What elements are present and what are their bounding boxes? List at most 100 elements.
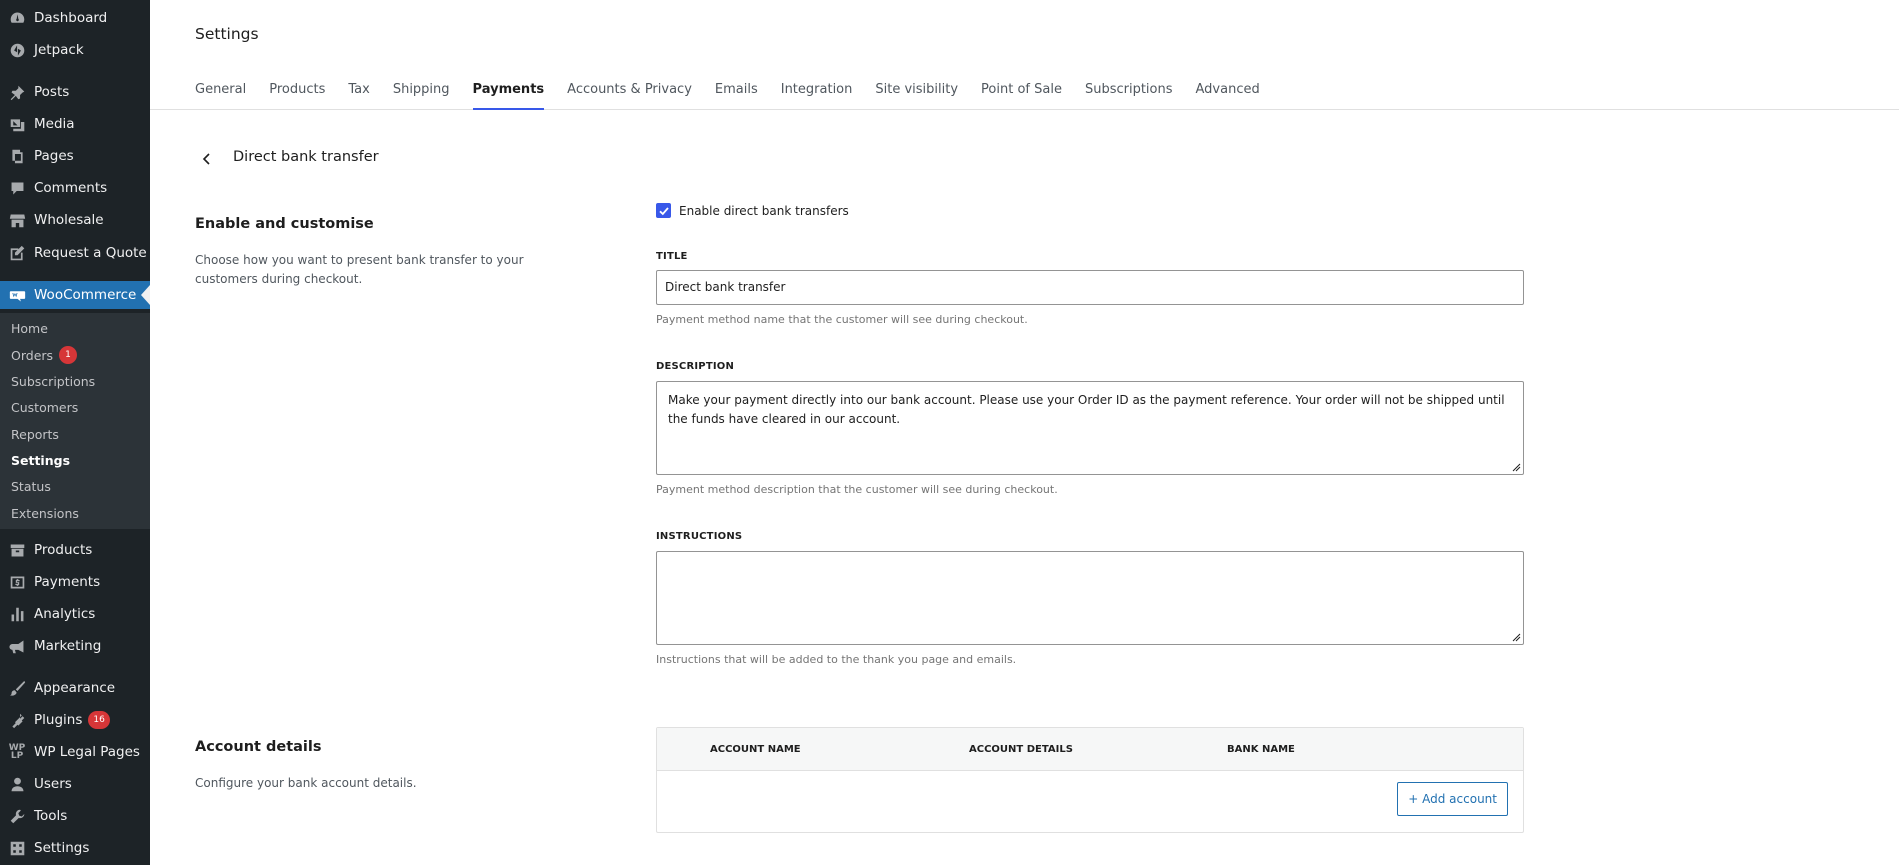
instructions-textarea[interactable] — [656, 551, 1524, 645]
description-help-text: Payment method description that the cust… — [656, 483, 1058, 496]
tab-subscriptions[interactable]: Subscriptions — [1085, 82, 1173, 110]
enable-checkbox[interactable] — [656, 203, 671, 218]
sidebar-item-label: Request a Quote — [34, 245, 147, 261]
submenu-item-home[interactable]: Home — [11, 321, 48, 336]
sidebar-item-label: Products — [34, 542, 93, 558]
sidebar-item-woocommerce[interactable]: WooCommerce — [0, 281, 150, 309]
sidebar-item-analytics[interactable]: Analytics — [0, 600, 150, 628]
sidebar-item-label: Posts — [34, 84, 70, 100]
tab-advanced[interactable]: Advanced — [1196, 82, 1260, 110]
sidebar-item-marketing[interactable]: Marketing — [0, 632, 150, 660]
sidebar-item-label: Payments — [34, 574, 101, 590]
back-button[interactable] — [197, 149, 217, 169]
sidebar-item-payments[interactable]: Payments — [0, 568, 150, 596]
archive-icon — [8, 541, 26, 559]
sidebar-item-pages[interactable]: Pages — [0, 142, 150, 170]
comment-icon — [8, 179, 26, 197]
active-menu-arrow — [141, 285, 150, 305]
dashboard-icon — [8, 9, 26, 27]
payment-method-title: Direct bank transfer — [233, 149, 379, 165]
submenu-item-subscriptions[interactable]: Subscriptions — [11, 374, 95, 389]
chart-bar-icon — [8, 605, 26, 623]
add-account-button[interactable]: + Add account — [1397, 782, 1508, 816]
sidebar-item-wp-legal-pages[interactable]: WP LP WP Legal Pages — [0, 738, 150, 766]
column-header-bank-name: BANK NAME — [1227, 744, 1295, 755]
enable-checkbox-row[interactable]: Enable direct bank transfers — [656, 203, 849, 218]
accounts-table: ACCOUNT NAME ACCOUNT DETAILS BANK NAME +… — [656, 727, 1524, 833]
submenu-item-settings[interactable]: Settings — [11, 453, 70, 468]
instructions-help-text: Instructions that will be added to the t… — [656, 653, 1017, 666]
instructions-field-label: INSTRUCTIONS — [656, 531, 743, 542]
sidebar-item-label: Pages — [34, 148, 74, 164]
account-section-description: Configure your bank account details. — [195, 776, 417, 790]
sidebar-item-label: Marketing — [34, 638, 102, 654]
resize-handle-icon[interactable] — [1512, 463, 1521, 472]
submenu-item-extensions[interactable]: Extensions — [11, 506, 79, 521]
sidebar-item-posts[interactable]: Posts — [0, 78, 150, 106]
submenu-item-reports[interactable]: Reports — [11, 427, 59, 442]
woocommerce-icon — [8, 286, 26, 304]
sidebar-item-label: WP Legal Pages — [34, 744, 140, 760]
brush-icon — [8, 679, 26, 697]
sidebar-item-users[interactable]: Users — [0, 770, 150, 798]
sidebar-item-plugins[interactable]: Plugins 16 — [0, 706, 150, 734]
sidebar-item-label: WooCommerce — [34, 287, 137, 303]
sidebar-item-label: Media — [34, 116, 75, 132]
tab-shipping[interactable]: Shipping — [393, 82, 450, 110]
title-input[interactable]: Direct bank transfer — [656, 270, 1524, 305]
sidebar-item-tools[interactable]: Tools — [0, 802, 150, 830]
sidebar-item-label: Dashboard — [34, 10, 108, 26]
sidebar-item-label: Comments — [34, 180, 108, 196]
money-icon — [8, 573, 26, 591]
wp-legal-pages-icon: WP LP — [8, 743, 26, 761]
wrench-icon — [8, 807, 26, 825]
description-textarea[interactable]: Make your payment directly into our bank… — [656, 381, 1524, 475]
sidebar-item-products[interactable]: Products — [0, 536, 150, 564]
tab-general[interactable]: General — [195, 82, 246, 110]
orders-count-badge: 1 — [59, 346, 78, 364]
tab-point-of-sale[interactable]: Point of Sale — [981, 82, 1062, 110]
tab-tax[interactable]: Tax — [348, 82, 369, 110]
tab-emails[interactable]: Emails — [715, 82, 758, 110]
sidebar-item-media[interactable]: Media — [0, 110, 150, 138]
accounts-table-header: ACCOUNT NAME ACCOUNT DETAILS BANK NAME — [657, 728, 1523, 771]
tab-accounts-privacy[interactable]: Accounts & Privacy — [567, 82, 692, 110]
settings-header: Settings General Products Tax Shipping P… — [150, 0, 1899, 110]
plugin-icon — [8, 711, 26, 729]
sidebar-item-request-a-quote[interactable]: Request a Quote — [0, 239, 150, 267]
description-text: Make your payment directly into our bank… — [668, 393, 1505, 426]
sidebar-item-settings[interactable]: Settings — [0, 834, 150, 862]
plugins-update-badge: 16 — [88, 711, 110, 729]
sidebar-item-dashboard[interactable]: Dashboard — [0, 4, 150, 32]
title-help-text: Payment method name that the customer wi… — [656, 313, 1028, 326]
tab-integration[interactable]: Integration — [781, 82, 853, 110]
submenu-item-status[interactable]: Status — [11, 479, 51, 494]
admin-sidebar: Dashboard Jetpack Posts Media Pages Comm… — [0, 0, 150, 865]
megaphone-icon — [8, 637, 26, 655]
description-field-label: DESCRIPTION — [656, 361, 735, 372]
submenu-item-orders[interactable]: Orders 1 — [11, 346, 78, 364]
sidebar-item-appearance[interactable]: Appearance — [0, 674, 150, 702]
enable-section-heading: Enable and customise — [195, 216, 374, 232]
app-root: Dashboard Jetpack Posts Media Pages Comm… — [0, 0, 1899, 865]
edit-icon — [8, 244, 26, 262]
media-icon — [8, 115, 26, 133]
account-section-heading: Account details — [195, 739, 322, 755]
tab-payments[interactable]: Payments — [472, 82, 544, 110]
sidebar-item-label: Plugins — [34, 712, 83, 728]
pages-icon — [8, 147, 26, 165]
resize-handle-icon[interactable] — [1512, 633, 1521, 642]
sidebar-item-wholesale[interactable]: Wholesale — [0, 206, 150, 234]
chevron-left-icon — [202, 153, 210, 165]
page-title: Settings — [195, 25, 259, 43]
sidebar-item-label: Appearance — [34, 680, 116, 696]
column-header-account-details: ACCOUNT DETAILS — [969, 744, 1073, 755]
sidebar-item-jetpack[interactable]: Jetpack — [0, 36, 150, 64]
enable-section-description: Choose how you want to present bank tran… — [195, 253, 524, 286]
sidebar-item-label: Tools — [34, 808, 68, 824]
tab-products[interactable]: Products — [269, 82, 325, 110]
tab-site-visibility[interactable]: Site visibility — [875, 82, 958, 110]
submenu-item-customers[interactable]: Customers — [11, 400, 78, 415]
title-field-label: TITLE — [656, 251, 688, 262]
sidebar-item-comments[interactable]: Comments — [0, 174, 150, 202]
